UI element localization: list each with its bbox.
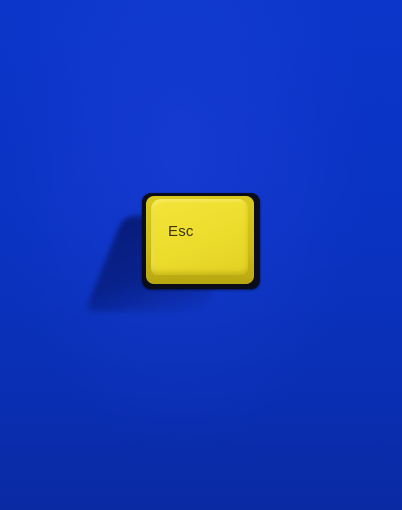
blue-background: Esc <box>0 0 402 510</box>
esc-key-legend: Esc <box>168 223 194 240</box>
esc-keycap <box>151 199 248 275</box>
